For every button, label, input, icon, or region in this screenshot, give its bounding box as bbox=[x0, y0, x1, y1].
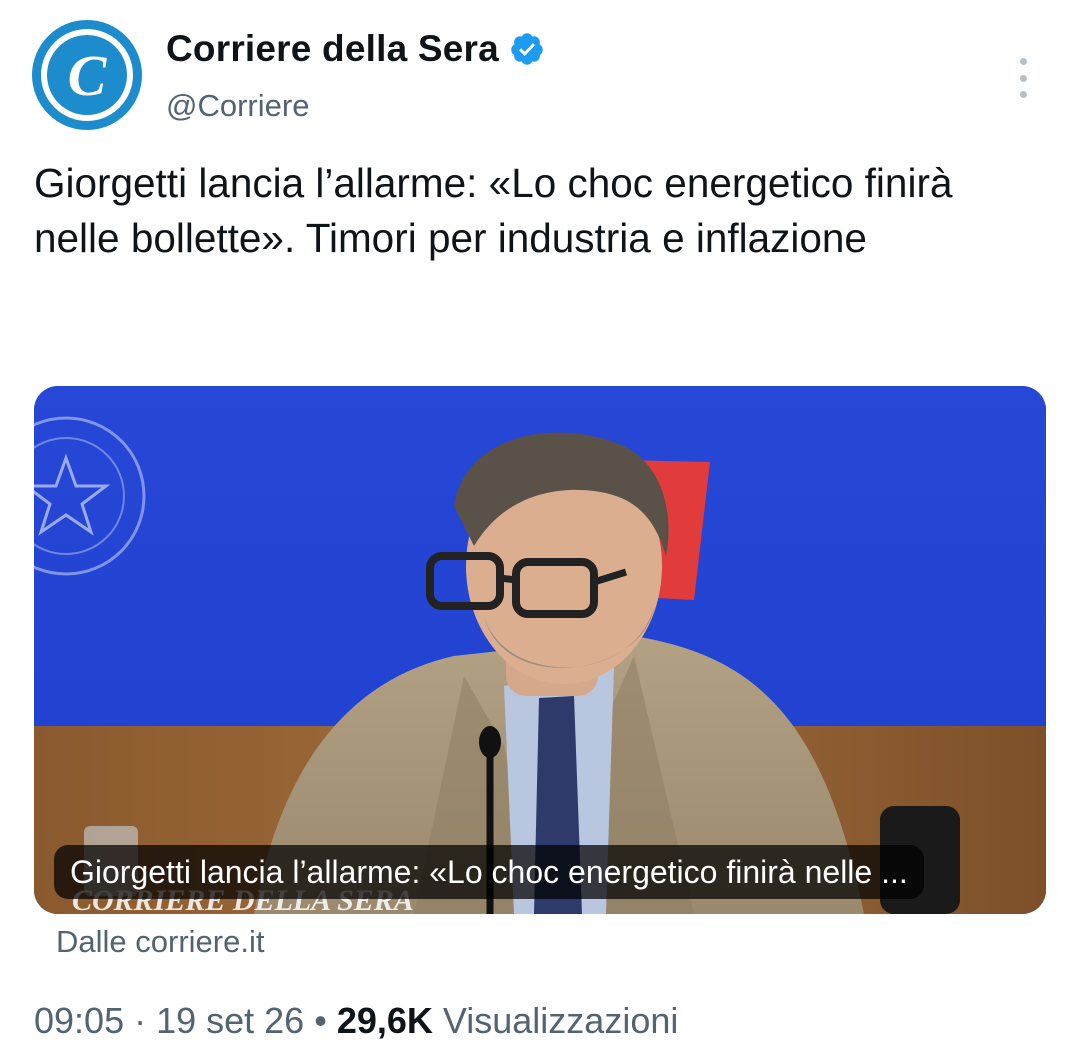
tweet-date[interactable]: 19 set 26 bbox=[156, 1000, 304, 1041]
more-vertical-icon bbox=[1019, 58, 1027, 65]
card-source[interactable]: Dalle corriere.it bbox=[56, 924, 264, 960]
card-image: CORRIERE DELLA SERA bbox=[34, 386, 1046, 914]
tweet-text: Giorgetti lancia l’allarme: «Lo choc ene… bbox=[34, 160, 953, 261]
card-caption: Giorgetti lancia l’allarme: «Lo choc ene… bbox=[54, 845, 924, 899]
meta-separator: · bbox=[124, 1000, 157, 1041]
views-label: Visualizzazioni bbox=[432, 1000, 679, 1041]
avatar[interactable]: C bbox=[32, 20, 142, 130]
meta-separator: • bbox=[304, 1000, 337, 1041]
tweet-time[interactable]: 09:05 bbox=[34, 1000, 124, 1041]
link-card[interactable]: CORRIERE DELLA SERA Giorgetti lancia l’a… bbox=[34, 386, 1046, 914]
more-options-button[interactable] bbox=[1008, 58, 1038, 98]
author-row: Corriere della Sera bbox=[166, 28, 545, 70]
display-name[interactable]: Corriere della Sera bbox=[166, 28, 499, 70]
author-handle[interactable]: @Corriere bbox=[166, 88, 309, 124]
avatar-logo: C bbox=[47, 35, 127, 115]
views-count[interactable]: 29,6K bbox=[337, 1000, 433, 1041]
verified-badge-icon bbox=[511, 33, 543, 65]
tweet-meta: 09:05 · 19 set 26 • 29,6K Visualizzazion… bbox=[34, 1000, 678, 1042]
